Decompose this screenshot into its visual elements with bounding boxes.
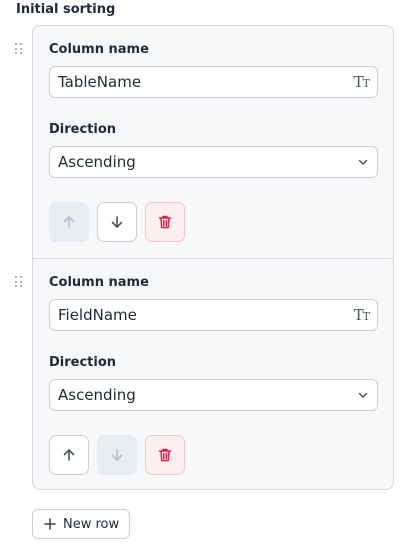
column-name-input[interactable]: TableName TT	[49, 66, 378, 98]
delete-row-button[interactable]	[145, 435, 185, 475]
chevron-down-icon	[357, 156, 369, 168]
drag-handle-icon[interactable]	[15, 43, 23, 55]
column-name-label: Column name	[49, 275, 149, 290]
arrow-down-icon	[111, 216, 123, 228]
direction-label: Direction	[49, 122, 117, 137]
column-name-value: FieldName	[58, 306, 137, 324]
move-down-button[interactable]	[97, 202, 137, 242]
move-down-button[interactable]	[97, 435, 137, 475]
row-divider	[33, 258, 393, 259]
column-name-value: TableName	[58, 73, 142, 91]
arrow-down-icon	[111, 449, 123, 461]
text-type-icon: TT	[353, 73, 370, 91]
new-row-label: New row	[63, 516, 120, 532]
direction-value: Ascending	[58, 386, 136, 404]
arrow-up-icon	[63, 216, 75, 228]
chevron-down-icon	[357, 389, 369, 401]
direction-label: Direction	[49, 355, 117, 370]
sorting-panel: Column name TableName TT Direction Ascen…	[32, 25, 394, 490]
move-up-button[interactable]	[49, 202, 89, 242]
section-title: Initial sorting	[16, 2, 116, 17]
column-name-input[interactable]: FieldName TT	[49, 299, 378, 331]
trash-icon	[158, 448, 172, 462]
drag-handle-icon[interactable]	[15, 276, 23, 288]
direction-select[interactable]: Ascending	[49, 146, 378, 178]
trash-icon	[158, 215, 172, 229]
delete-row-button[interactable]	[145, 202, 185, 242]
arrow-up-icon	[63, 449, 75, 461]
text-type-icon: TT	[353, 306, 370, 324]
new-row-button[interactable]: New row	[32, 509, 131, 539]
direction-value: Ascending	[58, 153, 136, 171]
plus-icon	[44, 518, 56, 530]
move-up-button[interactable]	[49, 435, 89, 475]
column-name-label: Column name	[49, 42, 149, 57]
direction-select[interactable]: Ascending	[49, 379, 378, 411]
